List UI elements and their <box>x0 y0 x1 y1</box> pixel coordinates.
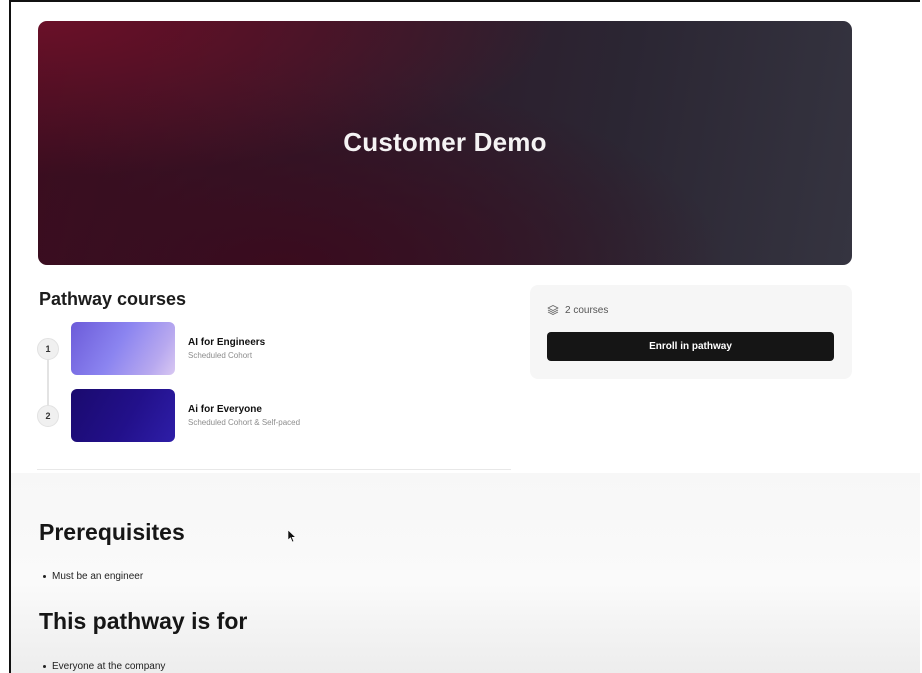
prerequisites-heading: Prerequisites <box>39 519 185 545</box>
course-subtitle: Scheduled Cohort <box>188 351 253 360</box>
lower-background <box>11 473 920 673</box>
pathway-courses-heading: Pathway courses <box>39 289 187 309</box>
enroll-card: 2 courses Enroll in pathway <box>530 285 852 379</box>
browser-viewport: Customer Demo Pathway courses 1 AI for E… <box>9 0 920 673</box>
course-item-ai-for-everyone[interactable]: 2 Ai for Everyone Scheduled Cohort & Sel… <box>37 389 300 442</box>
section-divider <box>37 469 511 470</box>
audience-item: Everyone at the company <box>43 661 165 672</box>
course-count: 2 courses <box>547 304 608 316</box>
audience-heading: This pathway is for <box>39 608 248 634</box>
hero-title: Customer Demo <box>343 126 547 157</box>
course-title[interactable]: Ai for Everyone <box>188 404 300 415</box>
course-subtitle: Scheduled Cohort & Self-paced <box>188 418 301 427</box>
hero-banner: Customer Demo <box>38 21 852 265</box>
mouse-pointer-icon <box>288 530 297 543</box>
enroll-in-pathway-button[interactable]: Enroll in pathway <box>547 332 834 361</box>
layers-icon <box>547 305 559 315</box>
course-thumbnail[interactable] <box>71 389 175 442</box>
course-item-ai-for-engineers[interactable]: 1 AI for Engineers Scheduled Cohort <box>37 322 265 375</box>
course-count-label: 2 courses <box>565 304 609 316</box>
course-number: 2 <box>37 404 59 427</box>
course-thumbnail[interactable] <box>71 322 175 375</box>
prerequisite-item: Must be an engineer <box>43 571 143 582</box>
course-number: 1 <box>37 337 59 360</box>
course-title[interactable]: AI for Engineers <box>188 337 265 348</box>
